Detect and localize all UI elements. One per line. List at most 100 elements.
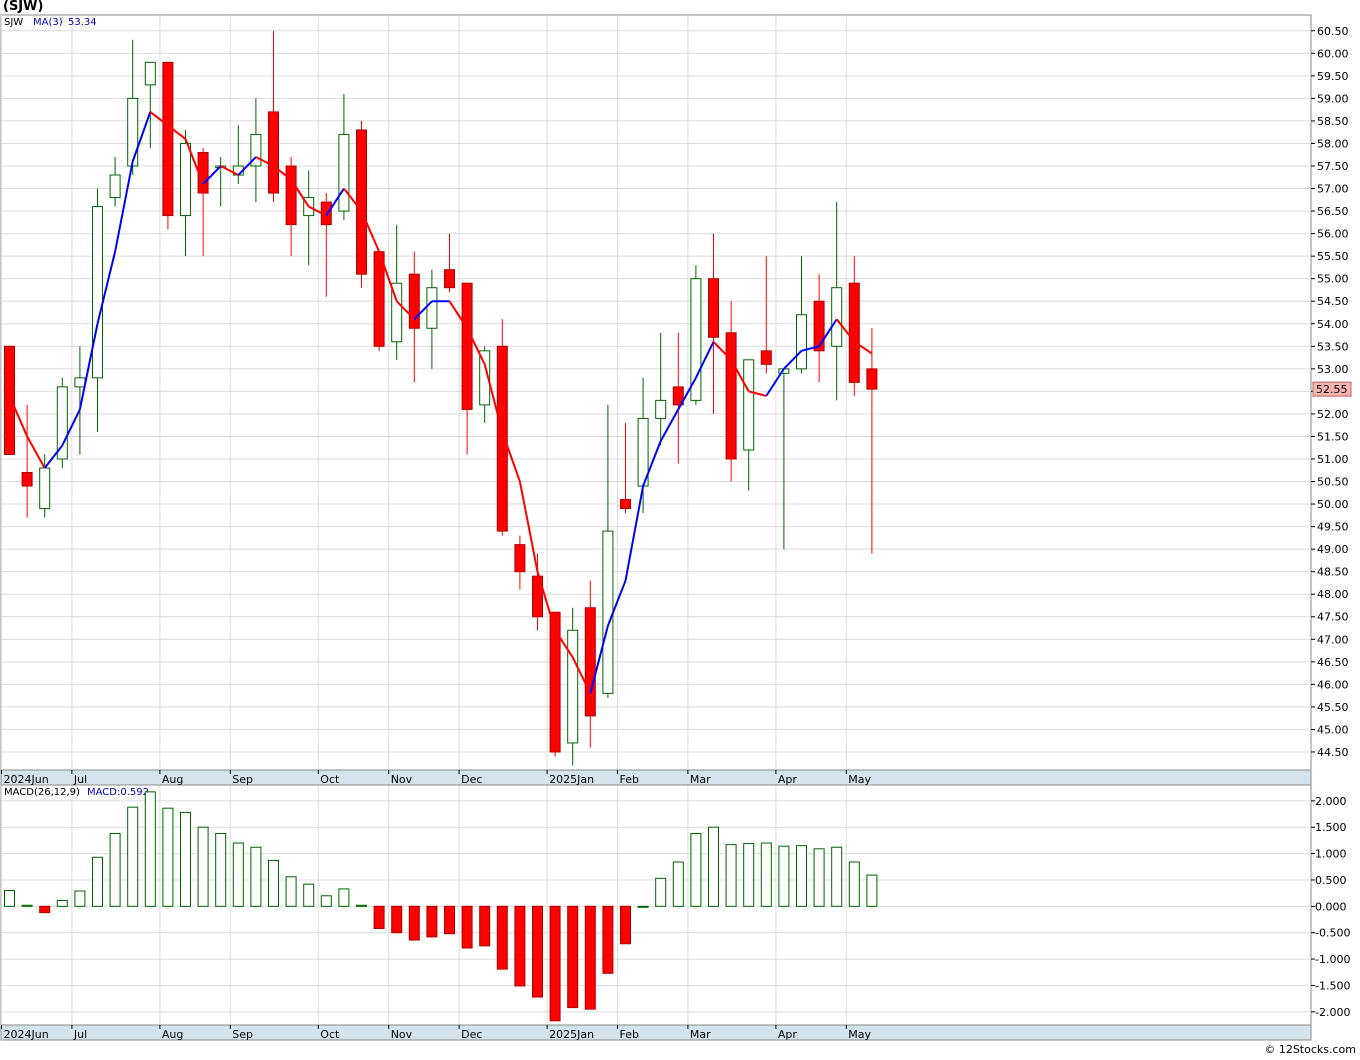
price-ytick-label: 47.50: [1317, 611, 1349, 624]
macd-bar: [796, 845, 807, 907]
candle-body: [743, 359, 755, 451]
macd-bar: [672, 861, 684, 907]
candle-body: [56, 386, 68, 460]
macd-bar: [197, 826, 209, 907]
macd-bar: [56, 900, 68, 907]
price-ytick-label: 49.00: [1317, 543, 1349, 556]
macd-bar: [162, 807, 174, 907]
candle-body: [514, 544, 526, 573]
macd-bar: [620, 905, 631, 945]
price-ytick-label: 55.00: [1317, 273, 1349, 286]
candle-body: [426, 287, 438, 329]
date-tick-label: Feb: [620, 1028, 639, 1041]
date-tick-label: Dec: [461, 773, 482, 786]
price-ytick-label: 48.50: [1317, 566, 1349, 579]
candle-body: [708, 278, 719, 338]
candle-body: [760, 350, 772, 365]
last-price-label: 52.55: [1316, 383, 1348, 396]
date-tick-label: 2024Jun: [4, 773, 49, 786]
date-tick-label: 2025Jan: [549, 1028, 594, 1041]
date-tick-label: Sep: [232, 773, 253, 786]
macd-bar: [496, 905, 508, 970]
macd-bar: [338, 888, 350, 907]
date-tick-label: 2024Jun: [4, 1028, 49, 1041]
macd-bar: [602, 905, 614, 974]
candle-body: [39, 467, 51, 510]
candle-body: [162, 61, 174, 217]
price-ytick-label: 47.00: [1317, 633, 1349, 646]
date-tick-label: Aug: [162, 1028, 183, 1041]
macd-bar: [268, 859, 279, 907]
chart-area: 44.50 45.00 45.50 46.00 46.50 47.00 47.50 48.00…: [0, 0, 1360, 1056]
price-ytick-label: 45.00: [1317, 723, 1349, 736]
macd-bar: [760, 842, 772, 907]
macd-bar: [39, 905, 51, 914]
candle-body: [268, 111, 279, 194]
price-ytick-label: 50.50: [1317, 476, 1349, 489]
macd-bar: [479, 905, 491, 947]
macd-bar: [514, 905, 526, 987]
macd-bar: [109, 833, 121, 907]
macd-bar: [285, 876, 297, 907]
candle-body: [444, 269, 455, 289]
macd-ytick-label: -1.000: [1315, 953, 1350, 966]
macd-ytick-label: 0.000: [1315, 900, 1347, 913]
chart-svg: 44.50 45.00 45.50 46.00 46.50 47.00 47.50 48.00…: [0, 14, 1352, 1041]
macd-bar: [690, 833, 702, 907]
price-ytick-label: 58.00: [1317, 137, 1349, 150]
macd-ytick-label: 1.000: [1315, 848, 1347, 861]
macd-ytick-label: 0.500: [1315, 874, 1347, 887]
credit-text: © 12Stocks.com: [1264, 1043, 1356, 1056]
price-ytick-label: 51.00: [1317, 453, 1349, 466]
legend-ma-label: MA(3): [33, 17, 63, 28]
date-tick-label: May: [848, 1028, 871, 1041]
macd-bar: [320, 895, 332, 907]
macd-bar: [725, 844, 737, 907]
macd-bar: [567, 905, 579, 1009]
macd-bar: [637, 905, 649, 908]
date-tick-label: 2025Jan: [549, 773, 594, 786]
candle-body: [285, 165, 297, 226]
candle-body: [584, 607, 596, 717]
price-ytick-label: 54.00: [1317, 318, 1349, 331]
price-ytick-label: 57.50: [1317, 160, 1349, 173]
macd-bar: [356, 904, 367, 907]
date-tick-label: Dec: [461, 1028, 482, 1041]
candle-body: [21, 472, 33, 487]
date-tick-label: Oct: [320, 773, 340, 786]
candle-body: [848, 282, 860, 383]
date-tick-label: Nov: [391, 773, 413, 786]
price-ytick-label: 54.50: [1317, 295, 1349, 308]
price-ytick-label: 52.00: [1317, 408, 1349, 421]
date-tick-label: Jul: [73, 1028, 87, 1041]
chart-title: (SJW): [3, 0, 44, 14]
candle-body: [602, 530, 614, 694]
price-panel-frame: [0, 14, 1312, 771]
macd-bar: [813, 848, 825, 907]
candle-body: [92, 206, 103, 379]
price-ytick-label: 55.50: [1317, 250, 1349, 263]
macd-ytick-label: -1.500: [1315, 979, 1350, 992]
macd-bar: [444, 905, 455, 935]
candle-body: [4, 345, 15, 455]
macd-bar: [866, 874, 878, 907]
macd-bar: [92, 856, 103, 907]
candle-body: [567, 629, 579, 744]
date-tick-label: Apr: [778, 773, 798, 786]
date-tick-label: Sep: [232, 1028, 253, 1041]
candle-body: [180, 142, 191, 217]
macd-bar: [831, 846, 843, 907]
macd-bar: [4, 889, 15, 907]
macd-bar: [250, 846, 262, 907]
macd-bar: [127, 806, 139, 907]
macd-bar: [655, 877, 667, 907]
price-date-axis: [0, 769, 1312, 786]
candle-body: [496, 345, 508, 532]
macd-ytick-label: -0.500: [1315, 927, 1350, 940]
candle-body: [620, 499, 631, 510]
macd-bar: [373, 905, 385, 929]
legend-ma-value: 53.34: [68, 17, 97, 28]
macd-bar: [303, 883, 315, 907]
price-ytick-label: 56.50: [1317, 205, 1349, 218]
price-ytick-label: 60.00: [1317, 47, 1349, 60]
